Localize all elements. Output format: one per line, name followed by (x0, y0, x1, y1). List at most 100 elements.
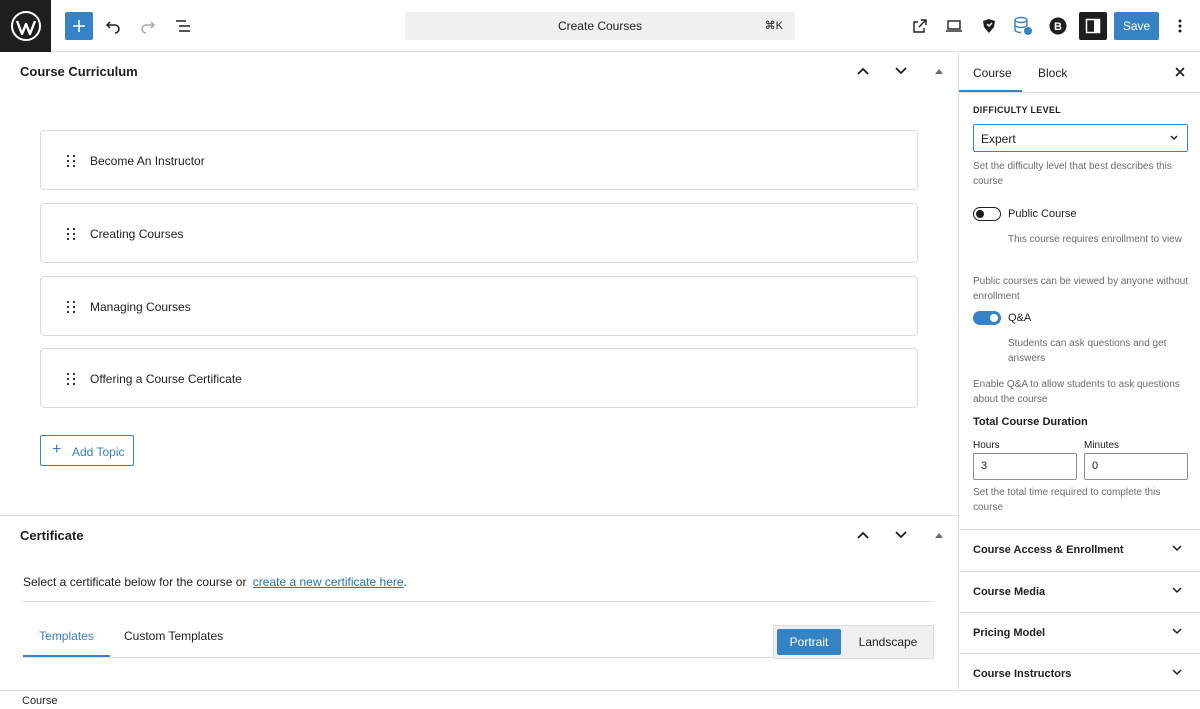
section-course-instructors[interactable]: Course Instructors (959, 653, 1200, 690)
topic-label: Creating Courses (90, 227, 184, 241)
create-certificate-link[interactable]: create a new certificate here (253, 575, 404, 589)
public-course-label: Public Course (1008, 208, 1077, 220)
redo-icon (141, 21, 156, 34)
breadcrumb[interactable]: Course (22, 695, 57, 707)
caret-up-icon (935, 69, 943, 74)
section-pricing-model[interactable]: Pricing Model (959, 612, 1200, 653)
panel-divider (0, 515, 958, 516)
chevron-down-icon (1170, 135, 1178, 140)
chevron-down-icon (1172, 628, 1182, 635)
view-post-button[interactable] (906, 12, 934, 40)
add-block-button[interactable] (65, 12, 93, 40)
settings-sidebar: Course Block DIFFICULTY LEVEL Expert Set… (958, 53, 1200, 690)
minutes-label: Minutes (1084, 440, 1120, 451)
close-icon[interactable] (1172, 65, 1188, 81)
tab-course[interactable]: Course (973, 66, 1012, 80)
drag-handle-icon[interactable] (66, 154, 76, 168)
drag-handle-icon[interactable] (66, 300, 76, 314)
difficulty-help: Set the difficulty level that best descr… (973, 161, 1172, 187)
section-course-access[interactable]: Course Access & Enrollment (959, 529, 1200, 570)
topic-label: Managing Courses (90, 300, 191, 314)
topic-label: Become An Instructor (90, 154, 205, 168)
curriculum-panel-header[interactable]: Course Curriculum (0, 53, 958, 89)
toggle-knob (990, 314, 998, 322)
wordpress-logo[interactable] (0, 0, 51, 52)
chevron-up-icon (857, 67, 869, 75)
move-down-button[interactable] (891, 61, 911, 81)
certificate-panel-header[interactable]: Certificate (0, 517, 958, 553)
difficulty-value: Expert (981, 132, 1016, 146)
curriculum-title: Course Curriculum (20, 64, 138, 79)
svg-text:B: B (1054, 21, 1062, 33)
collapse-toggle[interactable] (929, 525, 949, 545)
minutes-input[interactable]: 0 (1084, 453, 1188, 480)
topic-item[interactable]: Managing Courses (40, 276, 918, 336)
description-period: . (403, 575, 407, 589)
shield-icon (983, 19, 995, 33)
shortcut-hint: ⌘K (764, 20, 783, 32)
more-icon (1178, 19, 1182, 33)
chevron-down-icon (895, 67, 907, 75)
chevron-down-icon (1172, 587, 1182, 594)
chevron-up-icon (857, 531, 869, 539)
move-down-button[interactable] (891, 525, 911, 545)
qa-note: Students can ask questions and get answe… (1008, 338, 1167, 364)
difficulty-label: DIFFICULTY LEVEL (973, 105, 1061, 115)
section-title: Course Media (973, 586, 1046, 598)
list-view-icon (176, 20, 190, 32)
topic-item[interactable]: Creating Courses (40, 203, 918, 263)
tab-block[interactable]: Block (1038, 66, 1067, 80)
topic-item[interactable]: Offering a Course Certificate (40, 348, 918, 408)
collapse-toggle[interactable] (929, 61, 949, 81)
public-course-toggle[interactable] (973, 207, 1001, 221)
plus-icon: + (52, 441, 62, 458)
difficulty-select[interactable]: Expert (973, 124, 1188, 152)
database-button[interactable] (1009, 12, 1037, 40)
active-tab-indicator (959, 90, 1022, 92)
certificate-description: Select a certificate below for the cours… (23, 575, 407, 589)
move-up-button[interactable] (853, 61, 873, 81)
landscape-button[interactable]: Landscape (844, 629, 932, 655)
settings-sidebar-toggle[interactable] (1079, 12, 1107, 40)
section-title: Course Access & Enrollment (973, 544, 1124, 556)
tab-templates[interactable]: Templates (23, 629, 110, 658)
more-options-button[interactable] (1166, 12, 1194, 40)
sidebar-toggle-icon (1085, 18, 1101, 34)
add-topic-label: Add Topic (72, 445, 125, 459)
undo-button[interactable] (99, 12, 127, 40)
portrait-button[interactable]: Portrait (777, 629, 841, 655)
hours-label: Hours (973, 440, 1000, 451)
qa-toggle[interactable] (973, 311, 1001, 325)
shield-button[interactable] (975, 12, 1003, 40)
drag-handle-icon[interactable] (66, 227, 76, 241)
certificate-description-text: Select a certificate below for the cours… (23, 575, 247, 589)
redo-button[interactable] (134, 12, 162, 40)
editor-app: Create Courses ⌘K B Save Course Curricul (0, 0, 1200, 709)
section-title: Course Instructors (973, 668, 1072, 680)
save-button[interactable]: Save (1114, 12, 1159, 40)
topic-label: Offering a Course Certificate (90, 372, 242, 386)
b-plugin-button[interactable]: B (1044, 12, 1072, 40)
certificate-title: Certificate (20, 528, 84, 543)
qa-help: Enable Q&A to allow students to ask ques… (973, 379, 1180, 405)
list-view-button[interactable] (169, 12, 197, 40)
undo-icon (105, 21, 120, 34)
chevron-down-icon (895, 531, 907, 539)
duration-help: Set the total time required to complete … (973, 487, 1161, 513)
database-icon (1014, 16, 1032, 35)
public-course-note: This course requires enrollment to view (1008, 234, 1182, 245)
chevron-down-icon (1172, 545, 1182, 552)
move-up-button[interactable] (853, 525, 873, 545)
chevron-down-icon (1172, 669, 1182, 676)
qa-label: Q&A (1008, 312, 1032, 324)
hours-input[interactable]: 3 (973, 453, 1077, 480)
add-topic-button[interactable]: + Add Topic (40, 435, 134, 466)
section-course-media[interactable]: Course Media (959, 571, 1200, 612)
tab-custom-templates[interactable]: Custom Templates (124, 629, 223, 643)
preview-button[interactable] (940, 12, 968, 40)
public-course-help: Public courses can be viewed by anyone w… (973, 276, 1189, 302)
command-palette[interactable]: Create Courses ⌘K (405, 12, 795, 40)
drag-handle-icon[interactable] (66, 372, 76, 386)
topic-item[interactable]: Become An Instructor (40, 130, 918, 190)
external-link-icon (913, 19, 927, 33)
